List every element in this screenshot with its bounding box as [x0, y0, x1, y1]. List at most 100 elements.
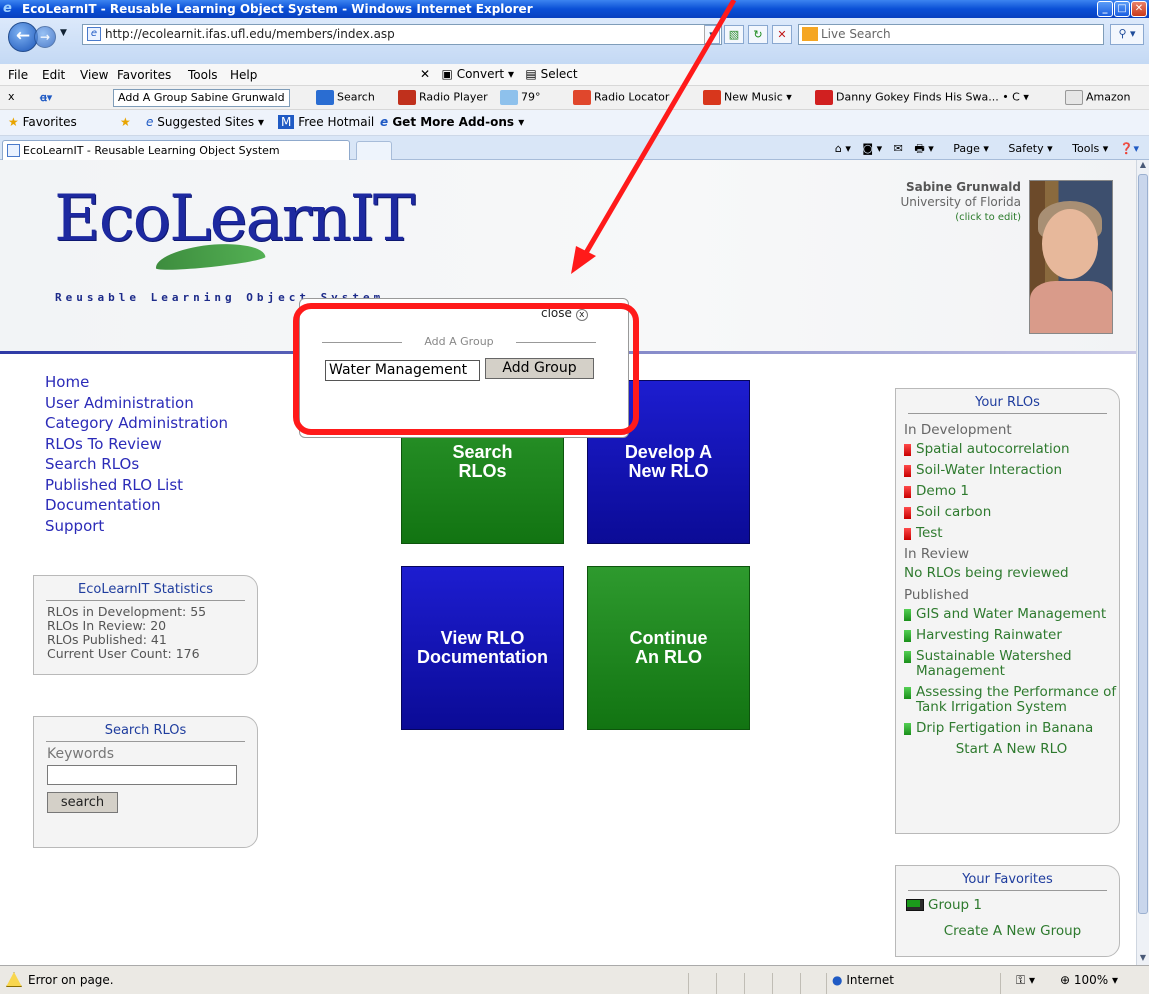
address-bar-row: ← → ▼ e http://ecolearnit.ifas.ufl.edu/m… [0, 18, 1149, 64]
favorites-button[interactable]: ★ Favorites [8, 115, 77, 129]
menu-file[interactable]: File [8, 68, 28, 82]
new-music-button[interactable]: New Music ▾ [703, 90, 792, 105]
nav-support[interactable]: Support [45, 516, 228, 537]
scroll-up-icon[interactable]: ▲ [1137, 160, 1149, 172]
keywords-input[interactable] [47, 765, 237, 785]
page-menu[interactable]: Page ▾ [945, 142, 989, 155]
nav-rlos-to-review[interactable]: RLOs To Review [45, 434, 228, 455]
published-label: Published [904, 587, 969, 603]
group-name-input[interactable]: Water Management [325, 360, 480, 381]
user-university: University of Florida [900, 195, 1021, 209]
radio-locator-button[interactable]: Radio Locator [573, 90, 669, 105]
feeds-icon[interactable]: ◙ ▾ [862, 142, 882, 155]
maximize-button[interactable]: □ [1114, 1, 1130, 17]
nav-user-administration[interactable]: User Administration [45, 393, 228, 414]
minimize-button[interactable]: _ [1097, 1, 1113, 17]
create-new-group-link[interactable]: Create A New Group [906, 923, 1119, 939]
get-addons-button[interactable]: e Get More Add-ons ▾ [380, 115, 524, 129]
news-button[interactable]: Danny Gokey Finds His Swa... • C ▾ [815, 90, 1029, 105]
rlo-item[interactable]: Test [904, 526, 1119, 541]
compatibility-view-icon[interactable]: ▧ [724, 25, 744, 44]
protected-mode-icon[interactable]: ⚿ ▾ [1016, 973, 1035, 988]
new-tab-button[interactable] [356, 141, 392, 160]
published-rlo-item[interactable]: GIS and Water Management [904, 607, 1119, 622]
user-avatar[interactable] [1029, 180, 1113, 334]
address-input[interactable]: e http://ecolearnit.ifas.ufl.edu/members… [82, 24, 722, 45]
view-documentation-tile[interactable]: View RLO Documentation [401, 566, 564, 730]
weather-button[interactable]: 79° [500, 90, 541, 105]
your-rlos-title: Your RLOs [908, 389, 1107, 414]
published-rlo-item[interactable]: Drip Fertigation in Banana [904, 721, 1119, 736]
url-text: http://ecolearnit.ifas.ufl.edu/members/i… [105, 27, 395, 41]
published-rlo-item[interactable]: Sustainable Watershed Management [904, 649, 1119, 679]
amazon-button[interactable]: Amazon [1065, 90, 1130, 105]
add-group-button[interactable]: Add Group [485, 358, 594, 379]
close-addon-toolbar-icon[interactable]: x [8, 90, 15, 103]
close-toolbar-icon[interactable]: ✕ [420, 67, 430, 81]
status-message[interactable]: Error on page. [28, 973, 114, 987]
free-hotmail-link[interactable]: M Free Hotmail [278, 115, 374, 129]
scroll-down-icon[interactable]: ▼ [1137, 953, 1149, 965]
convert-icon: ▣ [441, 67, 453, 81]
warning-icon[interactable] [6, 972, 22, 987]
suggested-sites-button[interactable]: e Suggested Sites ▾ [146, 115, 264, 129]
addon-select[interactable]: Add A Group Sabine Grunwald [113, 89, 290, 107]
search-go-icon[interactable]: ⚲ ▾ [1110, 24, 1144, 45]
rlo-item[interactable]: Demo 1 [904, 484, 1119, 499]
scrollbar-thumb[interactable] [1138, 174, 1148, 914]
menu-tools[interactable]: Tools [188, 68, 218, 82]
window-title: EcoLearnIT - Reusable Learning Object Sy… [22, 2, 533, 16]
popup-close-button[interactable]: close x [541, 306, 588, 321]
ie-addon-icon: e [380, 115, 389, 129]
addon-search-button[interactable]: Search [316, 90, 375, 105]
search-button[interactable]: search [47, 792, 118, 813]
help-icon[interactable]: ❓▾ [1120, 142, 1139, 155]
nav-category-administration[interactable]: Category Administration [45, 413, 228, 434]
rlo-item[interactable]: Spatial autocorrelation [904, 442, 1119, 457]
close-window-button[interactable]: ✕ [1131, 1, 1147, 17]
print-icon[interactable]: 🖶 ▾ [914, 142, 933, 155]
radio-player-button[interactable]: Radio Player [398, 90, 488, 105]
ie-logo-icon: e [3, 1, 12, 16]
published-rlo-item[interactable]: Harvesting Rainwater [904, 628, 1119, 643]
select-button[interactable]: Select [541, 67, 578, 81]
tools-menu[interactable]: Tools ▾ [1064, 142, 1108, 155]
forward-button[interactable]: → [34, 26, 56, 48]
safety-menu[interactable]: Safety ▾ [1000, 142, 1052, 155]
start-new-rlo-link[interactable]: Start A New RLO [904, 742, 1119, 757]
published-rlo-item[interactable]: Assessing the Performance of Tank Irriga… [904, 685, 1119, 715]
edit-profile-link[interactable]: (click to edit) [900, 210, 1021, 225]
live-search-input[interactable]: Live Search [798, 24, 1104, 45]
nav-documentation[interactable]: Documentation [45, 495, 228, 516]
refresh-icon[interactable]: ↻ [748, 25, 768, 44]
nav-home[interactable]: Home [45, 372, 228, 393]
statistics-panel: EcoLearnIT Statistics RLOs in Developmen… [33, 575, 258, 675]
weather-icon [500, 90, 518, 105]
select-icon: ▤ [525, 67, 537, 81]
favorite-group-item[interactable]: Group 1 [906, 897, 1119, 913]
tab-ecolearnit[interactable]: EcoLearnIT - Reusable Learning Object Sy… [2, 140, 350, 161]
tab-bar: EcoLearnIT - Reusable Learning Object Sy… [0, 136, 1149, 161]
new-music-icon [703, 90, 721, 105]
vertical-scrollbar[interactable]: ▲ ▼ [1136, 160, 1149, 965]
home-icon[interactable]: ⌂ ▾ [835, 142, 851, 155]
nav-published-rlo-list[interactable]: Published RLO List [45, 475, 228, 496]
rlo-item[interactable]: Soil carbon [904, 505, 1119, 520]
continue-rlo-tile[interactable]: Continue An RLO [587, 566, 750, 730]
menu-favorites[interactable]: Favorites [117, 68, 171, 82]
menu-view[interactable]: View [80, 68, 108, 82]
add-favorite-icon[interactable]: ★ [120, 115, 131, 129]
nav-search-rlos[interactable]: Search RLOs [45, 454, 228, 475]
mail-icon[interactable]: ✉ [894, 142, 903, 155]
site-logo[interactable]: EcoLearnIT [54, 182, 415, 256]
convert-button[interactable]: Convert [457, 67, 504, 81]
menu-help[interactable]: Help [230, 68, 257, 82]
history-dropdown-icon[interactable]: ▼ [60, 28, 67, 38]
rlo-item[interactable]: Soil-Water Interaction [904, 463, 1119, 478]
menu-edit[interactable]: Edit [42, 68, 65, 82]
avatar-shirt [1030, 281, 1112, 333]
address-dropdown-icon[interactable]: ▾ [704, 25, 720, 44]
stat-in-review: RLOs In Review: 20 [47, 618, 167, 633]
stop-icon[interactable]: ✕ [772, 25, 792, 44]
zoom-control[interactable]: ⊕ 100% ▾ [1060, 973, 1118, 987]
